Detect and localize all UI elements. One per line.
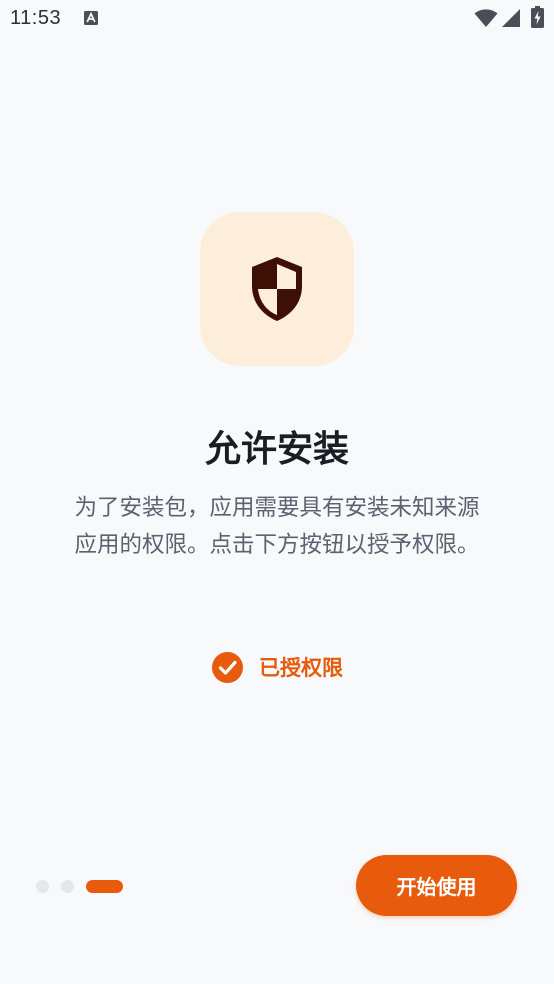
page-dot	[36, 879, 49, 893]
shield-icon	[252, 257, 302, 321]
page-title: 允许安装	[204, 429, 349, 470]
wifi-icon	[474, 9, 498, 27]
status-time: 11:53	[10, 7, 62, 29]
page-dot	[61, 879, 74, 893]
status-bar: 11:53	[0, 0, 554, 40]
start-button[interactable]: 开始使用	[356, 855, 517, 916]
page-indicator	[36, 879, 123, 893]
battery-charging-icon	[531, 6, 544, 28]
hero-icon-container	[200, 212, 354, 366]
permission-status: 已授权限	[212, 651, 343, 683]
signal-icon	[502, 9, 520, 27]
a-notification-icon	[84, 11, 98, 25]
check-circle-icon	[212, 651, 243, 683]
permission-description: 为了安装包，应用需要具有安装未知来源应用的权限。点击下方按钮以授予权限。	[74, 495, 480, 558]
page-dot-active	[86, 879, 123, 893]
permission-status-label: 已授权限	[259, 656, 343, 680]
